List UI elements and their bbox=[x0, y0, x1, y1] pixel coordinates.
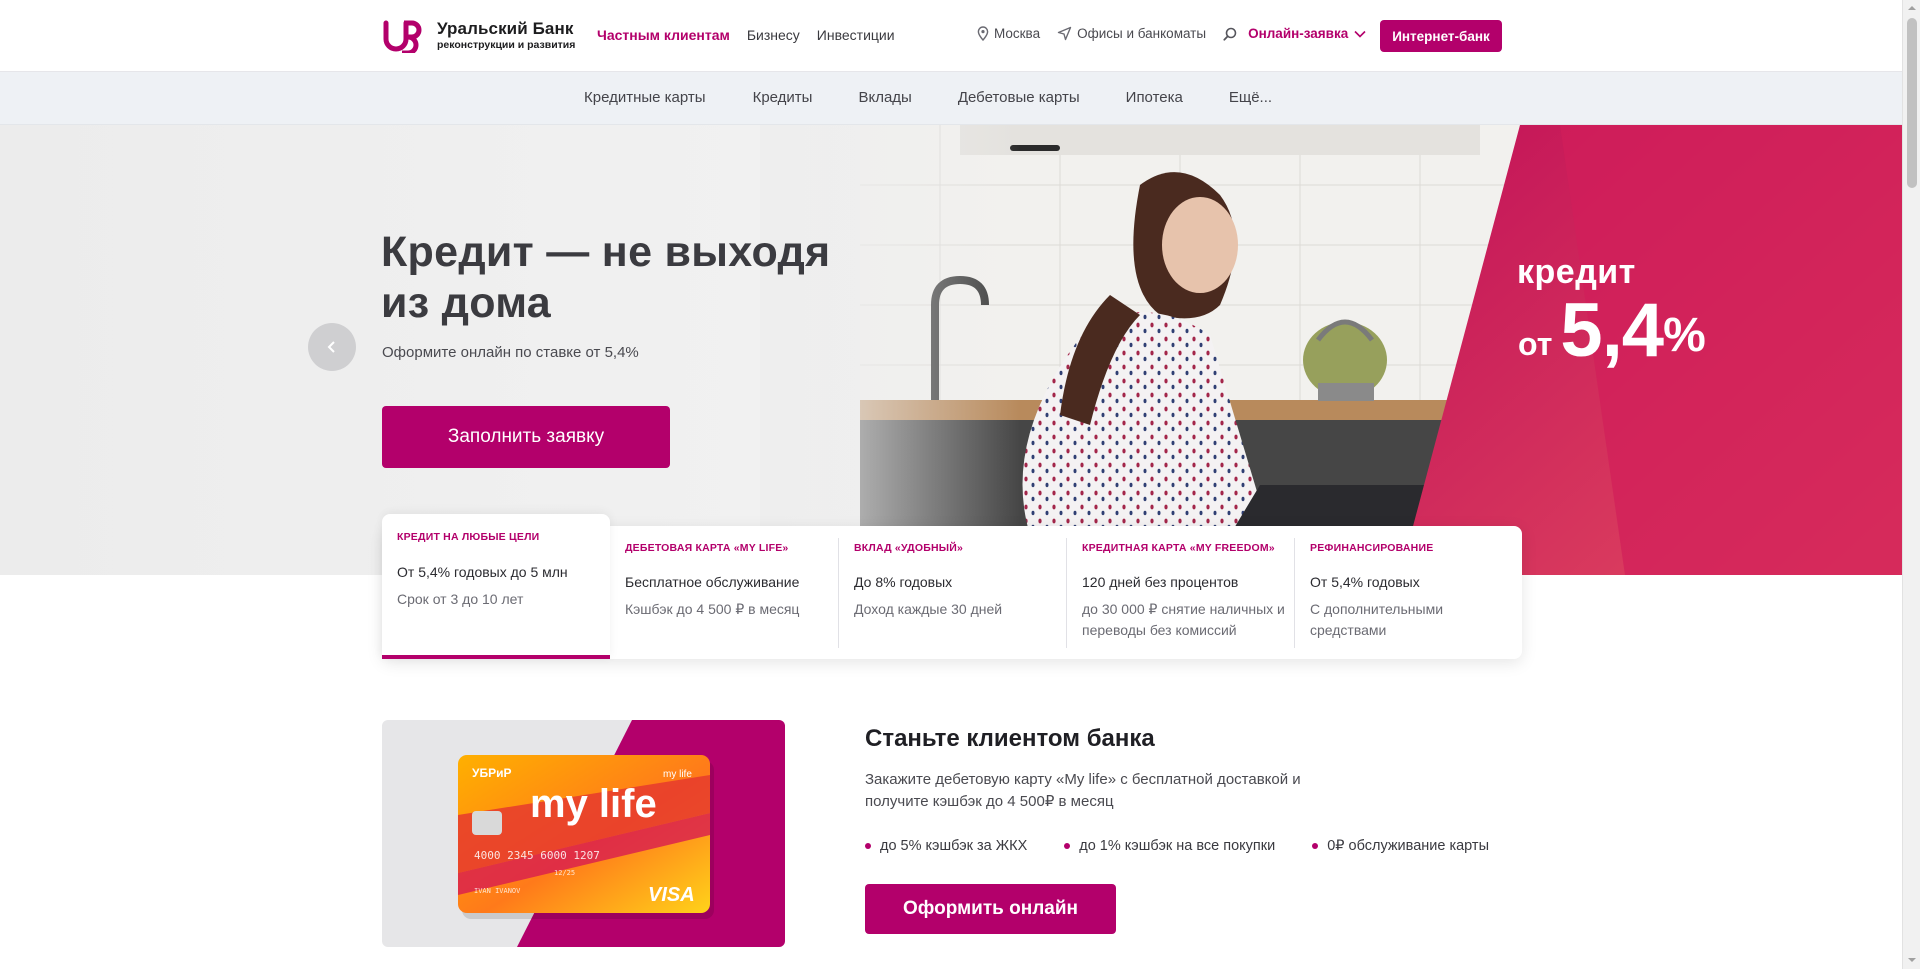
tab-line2: до 30 000 ₽ снятие наличных и переводы б… bbox=[1082, 601, 1285, 638]
scroll-up-arrow-icon[interactable] bbox=[1907, 3, 1917, 13]
top-header: Уральский Банк реконструкции и развития … bbox=[0, 0, 1902, 72]
tab-line1: До 8% годовых bbox=[854, 574, 953, 590]
benefit-text: 0₽ обслуживание карты bbox=[1327, 838, 1489, 854]
become-client-text: Закажите дебетовую карту «My life» с бес… bbox=[865, 771, 1301, 810]
logo-tagline: реконструкции и развития bbox=[437, 38, 576, 51]
segment-private-clients[interactable]: Частным клиентам bbox=[597, 27, 730, 43]
chevron-down-icon bbox=[1354, 30, 1366, 38]
page-scrollbar[interactable] bbox=[1902, 0, 1920, 969]
bullet-dot-icon bbox=[865, 843, 871, 849]
offices-label: Офисы и банкоматы bbox=[1077, 26, 1207, 41]
benefit-item: до 1% кэшбэк на все покупки bbox=[1064, 838, 1275, 854]
promo-rate: от 5,4 % bbox=[1518, 291, 1706, 371]
internet-bank-button[interactable]: Интернет-банк bbox=[1380, 20, 1502, 52]
segment-investments[interactable]: Инвестиции bbox=[817, 27, 895, 43]
card-big-label: my life bbox=[530, 782, 657, 826]
benefit-item: до 5% кэшбэк за ЖКХ bbox=[865, 838, 1027, 854]
tab-line2: С дополнительными средствами bbox=[1310, 601, 1444, 638]
tab-credit-card-my-freedom[interactable]: Кредитная карта «My freedom» 120 дней бе… bbox=[1066, 538, 1294, 648]
apply-online-button[interactable]: Оформить онлайн bbox=[865, 884, 1116, 934]
subnav-deposits[interactable]: Вклады bbox=[858, 89, 911, 106]
hero-subtitle: Оформите онлайн по ставке от 5,4% bbox=[382, 344, 639, 361]
visa-logo: VISA bbox=[648, 884, 695, 906]
fill-application-button[interactable]: Заполнить заявку bbox=[382, 406, 670, 468]
navigation-arrow-icon bbox=[1057, 26, 1072, 41]
search-icon bbox=[1223, 27, 1237, 41]
benefit-list: до 5% кэшбэк за ЖКХ до 1% кэшбэк на все … bbox=[865, 838, 1489, 854]
city-selector[interactable]: Москва bbox=[977, 26, 1040, 41]
tab-line1: 120 дней без процентов bbox=[1082, 574, 1239, 590]
location-pin-icon bbox=[977, 26, 989, 41]
logo-mark-icon bbox=[383, 20, 422, 53]
search-button[interactable] bbox=[1223, 27, 1237, 41]
bank-logo[interactable]: Уральский Банк реконструкции и развития bbox=[381, 17, 575, 53]
bullet-dot-icon bbox=[1064, 843, 1071, 849]
subnav-credit-cards[interactable]: Кредитные карты bbox=[584, 89, 706, 106]
card-number: 4000 2345 6000 1207 bbox=[474, 849, 600, 862]
segment-business[interactable]: Бизнесу bbox=[747, 27, 800, 43]
benefit-text: до 1% кэшбэк на все покупки bbox=[1079, 838, 1276, 854]
benefit-item: 0₽ обслуживание карты bbox=[1312, 838, 1489, 854]
my-life-card-panel: УБРиР my life my life 4000 2345 6000 120… bbox=[382, 720, 785, 947]
tab-line1: От 5,4% годовых bbox=[1310, 574, 1420, 590]
offices-link[interactable]: Офисы и банкоматы bbox=[1057, 26, 1206, 41]
tab-line1: От 5,4% годовых до 5 млн bbox=[397, 564, 568, 580]
promo-percent: % bbox=[1663, 309, 1706, 362]
promo-word: кредит bbox=[1517, 253, 1636, 291]
tab-line2: Доход каждые 30 дней bbox=[854, 601, 1003, 617]
online-request-dropdown[interactable]: Онлайн-заявка bbox=[1248, 26, 1366, 41]
hero-title: Кредит — не выходя из дома bbox=[381, 228, 831, 327]
online-request-label: Онлайн-заявка bbox=[1248, 26, 1349, 41]
tab-line1: Бесплатное обслуживание bbox=[625, 574, 800, 590]
tab-line2: Срок от 3 до 10 лет bbox=[397, 591, 524, 607]
promo-prefix: от bbox=[1518, 326, 1553, 362]
tab-refinancing[interactable]: Рефинансирование От 5,4% годовых С допол… bbox=[1294, 538, 1522, 648]
subnav-mortgage[interactable]: Ипотека bbox=[1126, 89, 1183, 106]
bullet-dot-icon bbox=[1312, 843, 1319, 849]
tab-caption: Кредитная карта «My freedom» bbox=[1082, 542, 1275, 554]
tab-debit-card-my-life[interactable]: Дебетовая карта «My life» Бесплатное обс… bbox=[610, 538, 838, 648]
carousel-prev-button[interactable] bbox=[308, 323, 356, 371]
my-life-card-illustration: УБРиР my life my life 4000 2345 6000 120… bbox=[458, 720, 785, 947]
scrollbar-thumb[interactable] bbox=[1907, 18, 1917, 188]
tab-caption: Дебетовая карта «My life» bbox=[625, 542, 789, 554]
logo-name: Уральский Банк bbox=[437, 18, 574, 38]
tab-deposit-udobny[interactable]: Вклад «Удобный» До 8% годовых Доход кажд… bbox=[838, 538, 1066, 648]
chevron-left-icon bbox=[327, 341, 335, 353]
subnav-debit-cards[interactable]: Дебетовые карты bbox=[958, 89, 1080, 106]
subnav-loans[interactable]: Кредиты bbox=[753, 89, 813, 106]
scroll-down-arrow-icon[interactable] bbox=[1907, 955, 1917, 965]
tab-line2: Кэшбэк до 4 500 ₽ в месяц bbox=[625, 601, 800, 617]
product-subnav: Кредитные карты Кредиты Вклады Дебетовые… bbox=[0, 72, 1902, 125]
tab-caption: Рефинансирование bbox=[1310, 542, 1434, 554]
card-holder: IVAN IVANOV bbox=[474, 887, 521, 895]
subnav-more[interactable]: Ещё... bbox=[1229, 89, 1272, 106]
hero-banner: Кредит — не выходя из дома Оформите онла… bbox=[0, 125, 1902, 575]
utility-bar: Москва Офисы и банкоматы Онлайн-заявка bbox=[977, 26, 1366, 41]
tab-caption: Вклад «Удобный» bbox=[854, 542, 964, 554]
become-client-title: Станьте клиентом банка bbox=[865, 725, 1155, 752]
segment-nav: Частным клиентам Бизнесу Инвестиции bbox=[597, 27, 895, 43]
tab-caption: Кредит на любые цели bbox=[397, 531, 540, 543]
card-brand: УБРиР bbox=[472, 766, 511, 780]
promo-rate-value: 5,4 bbox=[1560, 288, 1664, 373]
card-corner-label: my life bbox=[663, 769, 692, 780]
tab-any-purpose-loan[interactable]: Кредит на любые цели От 5,4% годовых до … bbox=[382, 514, 610, 659]
card-expiry: 12/25 bbox=[554, 869, 575, 877]
city-label: Москва bbox=[994, 26, 1041, 41]
benefit-text: до 5% кэшбэк за ЖКХ bbox=[880, 838, 1028, 854]
